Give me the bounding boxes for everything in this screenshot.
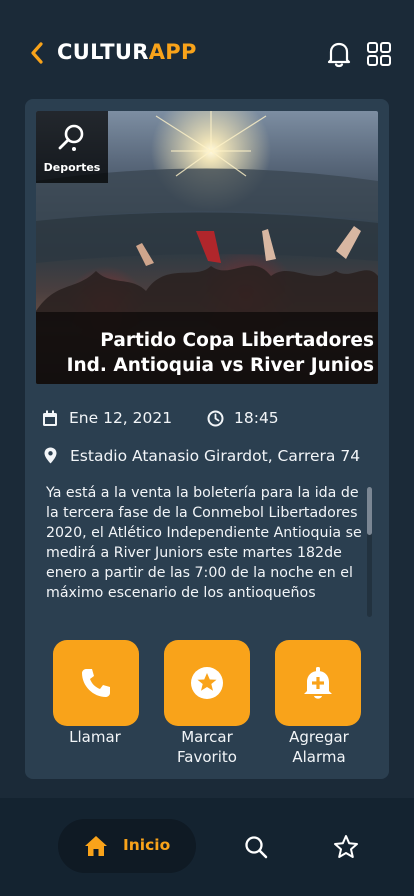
bell-add-icon bbox=[304, 667, 332, 699]
event-title-line1: Partido Copa Libertadores bbox=[100, 330, 374, 351]
category-badge: Deportes bbox=[36, 111, 108, 183]
grid-icon[interactable] bbox=[366, 41, 392, 67]
magnifier-search-icon bbox=[58, 124, 84, 151]
favorite-label-line1: Marcar bbox=[181, 728, 233, 746]
top-bar: CULTURAPP bbox=[0, 0, 414, 100]
favorite-label: Marcar Favorito bbox=[152, 727, 262, 767]
event-location: Estadio Atanasio Girardot, Carrera 74 bbox=[70, 447, 361, 465]
nav-home[interactable]: Inicio bbox=[58, 819, 196, 873]
favorite-label-line2: Favorito bbox=[177, 748, 237, 766]
event-date: Ene 12, 2021 bbox=[69, 409, 173, 427]
event-title: Partido Copa Libertadores Ind. Antioquia… bbox=[36, 312, 378, 384]
favorite-button[interactable] bbox=[164, 640, 250, 726]
category-label: Deportes bbox=[43, 161, 101, 174]
call-label-line1: Llamar bbox=[69, 728, 121, 746]
brand-part2: APP bbox=[148, 40, 197, 64]
add-alarm-label-line2: Alarma bbox=[292, 748, 346, 766]
star-circle-icon bbox=[191, 667, 223, 699]
home-icon bbox=[85, 836, 107, 856]
event-title-line2: Ind. Antioquia vs River Junios bbox=[66, 355, 374, 376]
add-alarm-label-line1: Agregar bbox=[289, 728, 349, 746]
back-chevron-icon[interactable] bbox=[28, 40, 46, 66]
event-time: 18:45 bbox=[234, 409, 279, 427]
add-alarm-label: Agregar Alarma bbox=[264, 727, 374, 767]
star-icon[interactable] bbox=[333, 834, 359, 860]
call-label: Llamar bbox=[40, 727, 150, 747]
location-pin-icon bbox=[44, 447, 57, 464]
event-description: Ya está a la venta la boletería para la … bbox=[46, 485, 362, 601]
clock-icon bbox=[207, 410, 224, 427]
brand-part1: CULTUR bbox=[57, 40, 149, 64]
search-icon[interactable] bbox=[244, 835, 268, 859]
bottom-nav: Inicio bbox=[0, 798, 414, 896]
call-button[interactable] bbox=[53, 640, 139, 726]
phone-icon bbox=[82, 669, 110, 697]
event-image: Deportes Partido Copa Libertadores Ind. … bbox=[36, 111, 378, 384]
event-card: Deportes Partido Copa Libertadores Ind. … bbox=[25, 99, 389, 779]
calendar-icon bbox=[43, 410, 57, 426]
add-alarm-button[interactable] bbox=[275, 640, 361, 726]
description-scrollbar[interactable] bbox=[367, 487, 372, 535]
bell-icon[interactable] bbox=[326, 40, 352, 68]
app-logo: CULTURAPP bbox=[57, 38, 197, 66]
nav-home-label: Inicio bbox=[123, 836, 171, 854]
